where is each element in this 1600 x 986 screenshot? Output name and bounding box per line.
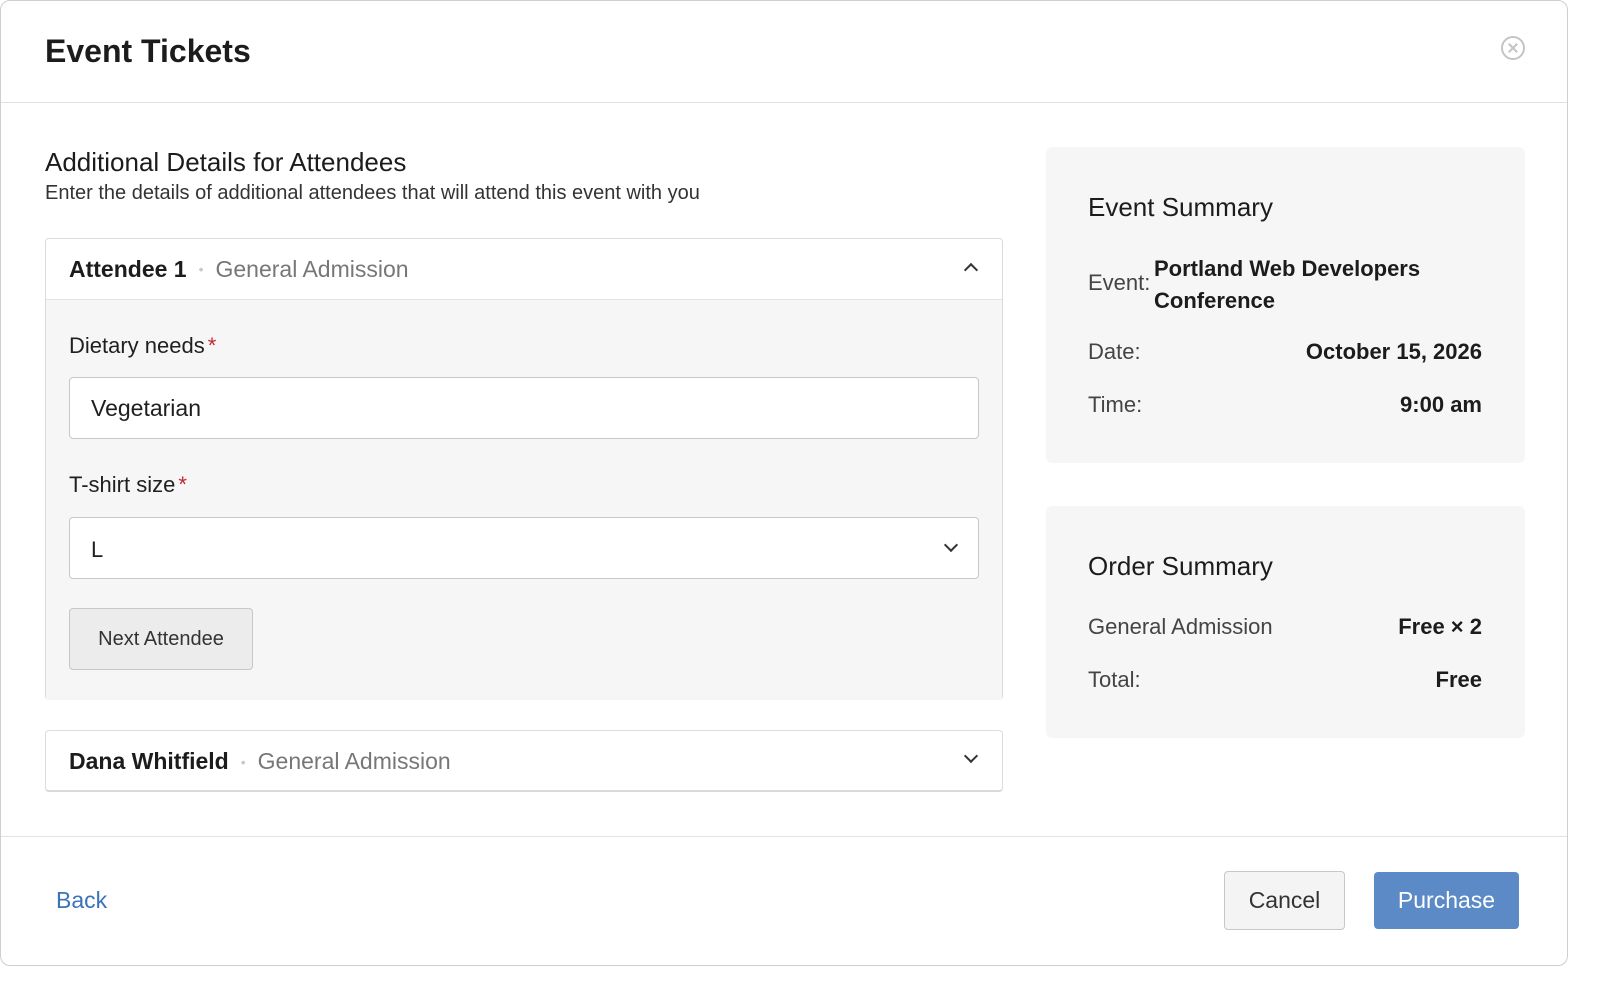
ticket-type: General Admission [257, 748, 451, 774]
event-summary-card: Event Summary Event: Portland Web Develo… [1046, 147, 1525, 463]
attendee-name: Dana Whitfield [69, 748, 229, 774]
attendees-section-title: Additional Details for Attendees [45, 147, 407, 177]
chevron-up-icon[interactable] [963, 262, 979, 278]
attendee-1-header[interactable]: Attendee 1 • General Admission [46, 239, 1002, 300]
event-tickets-modal: Event Tickets Additional Details for Att… [0, 0, 1568, 966]
next-attendee-button[interactable]: Next Attendee [69, 608, 253, 670]
total-label: Total: [1088, 667, 1141, 692]
required-marker: * [178, 472, 187, 497]
purchase-button[interactable]: Purchase [1374, 872, 1519, 929]
ticket-type: General Admission [215, 255, 409, 282]
time-value: 9:00 am [1400, 392, 1482, 417]
order-summary-card: Order Summary General Admission Free × 2… [1046, 506, 1525, 738]
attendee-name: Attendee 1 [69, 255, 187, 282]
total-value: Free [1435, 667, 1482, 692]
event-label: Event: [1088, 270, 1151, 295]
event-summary-title: Event Summary [1088, 192, 1273, 222]
tshirt-size-label: T-shirt size * [69, 472, 187, 497]
chevron-down-icon[interactable] [963, 748, 979, 764]
dietary-needs-input[interactable] [69, 377, 979, 439]
time-label: Time: [1088, 392, 1143, 417]
tshirt-size-value: L [91, 537, 104, 562]
dietary-needs-label: Dietary needs * [69, 333, 217, 358]
date-label: Date: [1088, 339, 1141, 364]
order-item-label: General Admission [1088, 614, 1273, 639]
event-name-value: Portland Web Developers Conference [1154, 256, 1421, 313]
attendee-1-form: Dietary needs* T-shirt size* L Next Atte… [46, 300, 1002, 700]
chevron-down-icon [943, 537, 959, 553]
required-marker: * [207, 333, 217, 358]
back-link[interactable]: Back [56, 887, 107, 914]
modal-header: Event Tickets [1, 1, 1567, 103]
tshirt-size-select[interactable]: L [69, 517, 979, 579]
cancel-button[interactable]: Cancel [1224, 871, 1345, 930]
separator-dot: • [198, 261, 204, 277]
modal-title: Event Tickets [45, 33, 251, 69]
date-value: October 15, 2026 [1305, 339, 1482, 364]
order-item-value: Free × 2 [1398, 614, 1482, 639]
order-summary-title: Order Summary [1088, 551, 1273, 581]
close-icon[interactable] [1501, 36, 1525, 60]
modal-footer: Back Cancel Purchase [1, 836, 1567, 965]
attendee-2-header[interactable]: Dana Whitfield • General Admission [46, 731, 1002, 792]
attendee-2-panel: Dana Whitfield • General Admission [45, 730, 1003, 792]
attendee-1-panel: Attendee 1 • General Admission Dietary n… [45, 238, 1003, 700]
separator-dot: • [240, 753, 246, 770]
attendees-section-subtitle: Enter the details of additional attendee… [45, 182, 700, 204]
